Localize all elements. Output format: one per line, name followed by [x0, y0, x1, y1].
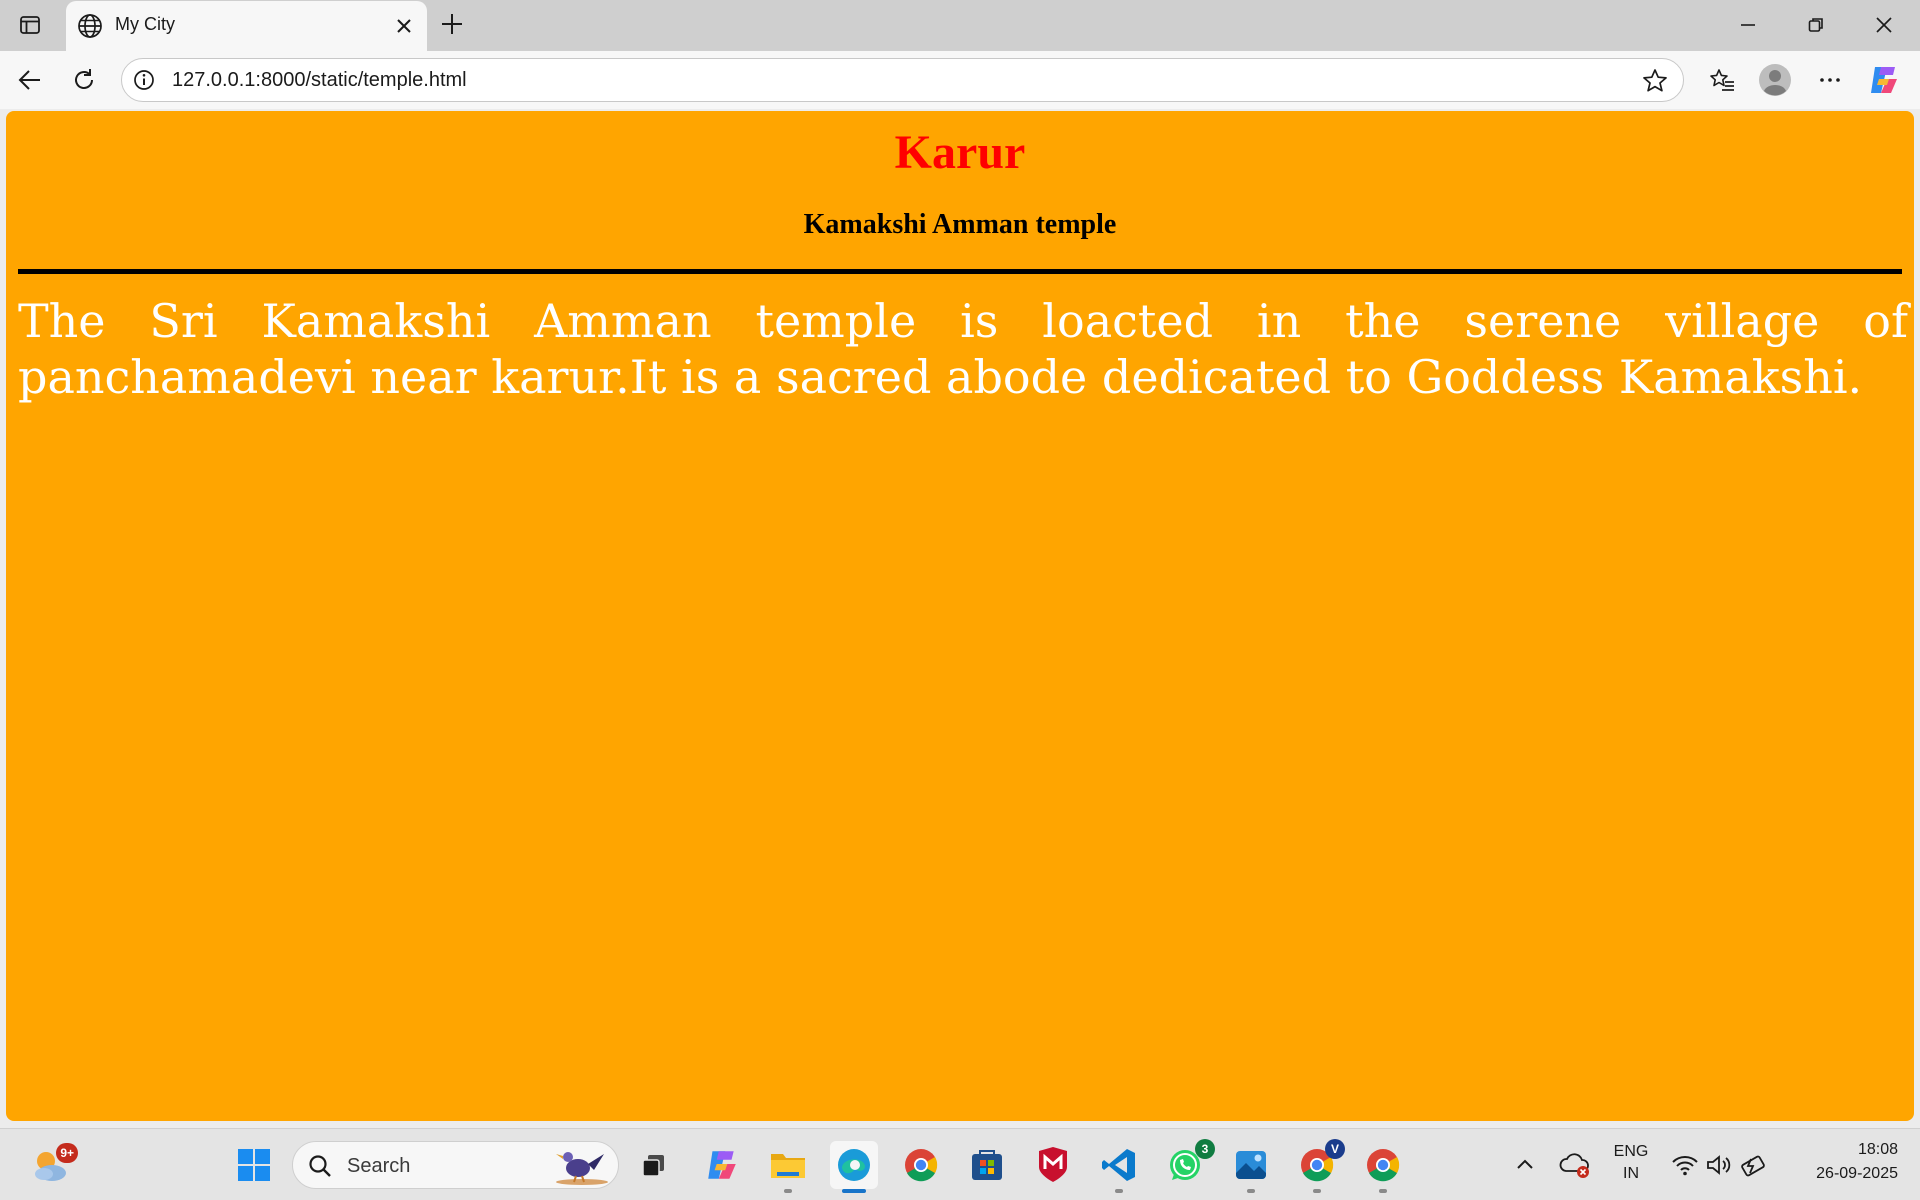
search-label: Search	[347, 1155, 411, 1177]
store-icon	[972, 1150, 1002, 1180]
taskbar: 9+ Search 3 V ENG IN 18:08 26-09-2025	[0, 1128, 1920, 1200]
profile-button[interactable]	[1757, 62, 1793, 98]
back-button[interactable]	[12, 62, 48, 98]
tab-strip: My City	[0, 0, 1920, 51]
folder-icon	[771, 1154, 805, 1178]
running-indicator	[1379, 1189, 1387, 1193]
wifi-icon	[1672, 1156, 1698, 1176]
file-explorer-button[interactable]	[764, 1141, 812, 1193]
copilot-icon	[1871, 67, 1897, 93]
show-hidden-icons-button[interactable]	[1503, 1141, 1547, 1189]
battery-charging-icon	[1741, 1155, 1765, 1177]
close-window-button[interactable]	[1850, 0, 1918, 50]
whatsapp-button[interactable]: 3	[1161, 1139, 1215, 1189]
minimize-button[interactable]	[1714, 0, 1782, 50]
onedrive-status-button[interactable]	[1553, 1141, 1597, 1189]
address-bar[interactable]: 127.0.0.1:8000/static/temple.html	[121, 58, 1684, 102]
horizontal-rule	[18, 269, 1902, 274]
weather-badge: 9+	[56, 1143, 78, 1163]
running-indicator	[1115, 1189, 1123, 1193]
url-text[interactable]: 127.0.0.1:8000/static/temple.html	[172, 69, 467, 92]
language-line-2: IN	[1623, 1165, 1639, 1182]
vscode-icon	[1102, 1149, 1135, 1181]
new-tab-icon[interactable]	[436, 8, 468, 40]
page-title: Karur	[894, 126, 1026, 179]
language-line-1: ENG	[1613, 1143, 1649, 1160]
whatsapp-badge: 3	[1195, 1139, 1215, 1159]
browser-tab[interactable]: My City	[66, 1, 427, 51]
close-icon	[1876, 17, 1892, 33]
more-options-button[interactable]	[1812, 62, 1848, 98]
restore-icon	[1808, 18, 1823, 32]
page-viewport: Karur Kamakshi Amman temple The Sri Kama…	[6, 111, 1914, 1121]
favorites-button[interactable]	[1704, 62, 1740, 98]
chrome-icon	[1367, 1149, 1400, 1182]
tab-title: My City	[115, 14, 175, 34]
search-highlight-bird-icon	[556, 1152, 608, 1185]
more-horizontal-icon	[1820, 78, 1840, 82]
globe-icon	[78, 14, 102, 38]
chrome-icon	[905, 1149, 938, 1182]
volume-icon	[1707, 1155, 1731, 1175]
clock[interactable]: 18:08 26-09-2025	[1786, 1141, 1906, 1187]
photos-icon	[1236, 1151, 1266, 1179]
windows-icon	[238, 1149, 270, 1181]
weather-widget[interactable]: 9+	[26, 1141, 78, 1189]
running-indicator	[1247, 1189, 1255, 1193]
refresh-button[interactable]	[66, 62, 102, 98]
mcafee-button[interactable]	[1029, 1141, 1077, 1189]
language-indicator[interactable]: ENG IN	[1608, 1143, 1654, 1187]
chrome-profile-button[interactable]: V	[1293, 1139, 1345, 1193]
page-subtitle: Kamakshi Amman temple	[803, 209, 1117, 240]
minimize-icon	[1741, 24, 1755, 26]
active-indicator	[842, 1189, 866, 1193]
restore-button[interactable]	[1782, 0, 1850, 50]
quick-settings-button[interactable]	[1668, 1141, 1772, 1189]
browser-toolbar: 127.0.0.1:8000/static/temple.html	[0, 51, 1920, 109]
favorite-star-icon[interactable]	[1641, 67, 1669, 95]
start-button[interactable]	[230, 1141, 278, 1189]
vscode-button[interactable]	[1095, 1141, 1143, 1193]
mcafee-shield-icon	[1039, 1147, 1067, 1182]
tab-actions-icon	[20, 16, 40, 34]
favorites-list-icon	[1710, 69, 1734, 91]
refresh-icon	[75, 69, 93, 89]
copilot-button[interactable]	[1866, 62, 1902, 98]
site-info-icon[interactable]	[132, 68, 156, 92]
chevron-up-icon	[1517, 1159, 1533, 1169]
clock-date: 26-09-2025	[1816, 1165, 1898, 1182]
task-view-icon	[642, 1155, 664, 1177]
microsoft-store-button[interactable]	[963, 1141, 1011, 1189]
chrome-profile-badge: V	[1325, 1139, 1345, 1159]
cloud-error-icon	[1559, 1153, 1589, 1178]
copilot-icon	[708, 1151, 736, 1179]
avatar-icon	[1759, 64, 1791, 96]
task-view-button[interactable]	[630, 1141, 678, 1189]
edge-icon	[838, 1149, 870, 1181]
running-indicator	[784, 1189, 792, 1193]
search-icon	[309, 1155, 331, 1177]
chrome-button-2[interactable]	[1359, 1141, 1407, 1193]
photos-button[interactable]	[1227, 1141, 1275, 1193]
arrow-left-icon	[18, 70, 40, 90]
taskbar-search[interactable]: Search	[292, 1141, 619, 1189]
running-indicator	[1313, 1189, 1321, 1193]
copilot-taskbar-button[interactable]	[698, 1141, 746, 1189]
chrome-button[interactable]	[897, 1141, 945, 1189]
close-tab-icon[interactable]	[391, 13, 417, 39]
edge-button[interactable]	[830, 1141, 878, 1193]
clock-time: 18:08	[1857, 1141, 1898, 1158]
tab-actions-button[interactable]	[14, 10, 46, 40]
page-paragraph: The Sri Kamakshi Amman temple is loacted…	[18, 294, 1908, 404]
